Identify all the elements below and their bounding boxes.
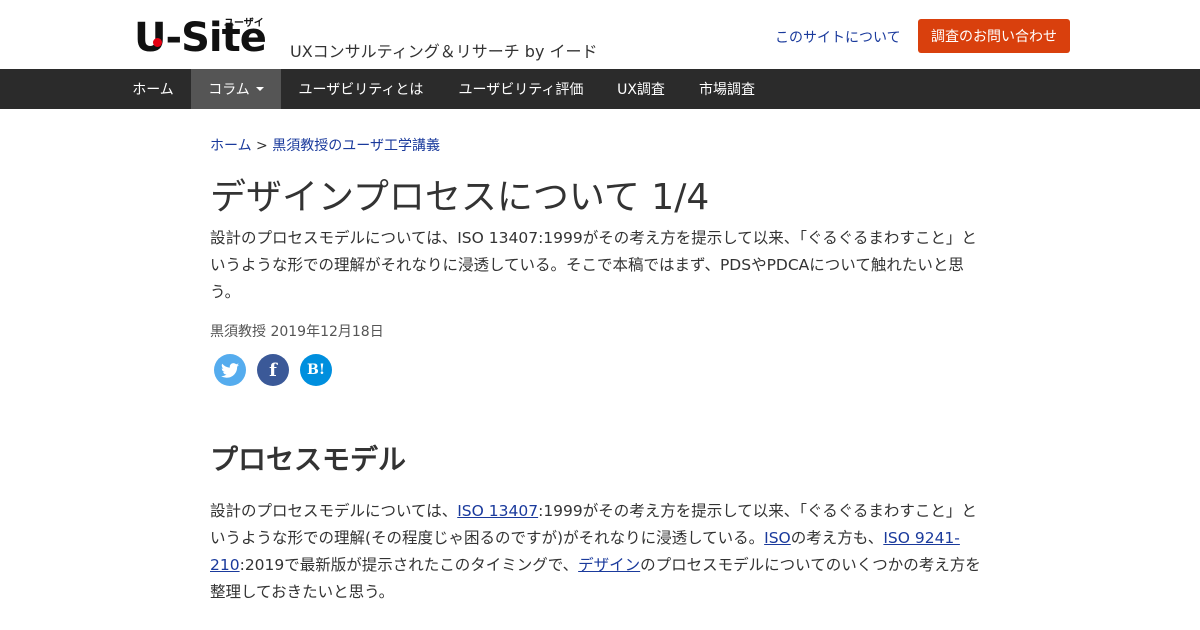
breadcrumb: ホーム > 黒須教授のユーザ工学講義: [210, 135, 440, 155]
nav-item-ux-research[interactable]: UX調査: [601, 69, 681, 109]
body-text: 設計のプロセスモデルについては、: [210, 502, 458, 520]
design-link[interactable]: デザイン: [578, 556, 640, 574]
body-text: :2019で最新版が提示されたこのタイミングで、: [239, 556, 579, 574]
article-byline: 黒須教授 2019年12月18日: [210, 324, 384, 340]
nav-item-usability[interactable]: ユーザビリティとは: [281, 69, 441, 109]
hatena-bookmark-icon: B!: [307, 362, 325, 378]
nav-item-label: ユーザビリティ評価: [458, 82, 584, 98]
breadcrumb-current-link[interactable]: 黒須教授のユーザ工学講義: [272, 138, 440, 154]
nav-item-label: ユーザビリティとは: [298, 82, 424, 98]
twitter-icon: [221, 362, 239, 378]
nav-item-market-research[interactable]: 市場調査: [681, 69, 773, 109]
nav-item-home[interactable]: ホーム: [115, 69, 191, 109]
section-heading: プロセスモデル: [210, 443, 407, 476]
iso-13407-link[interactable]: ISO 13407: [457, 502, 538, 520]
site-tagline: UXコンサルティング＆リサーチ by イード: [290, 42, 598, 61]
facebook-icon: f: [269, 359, 277, 381]
nav-item-usability-evaluation[interactable]: ユーザビリティ評価: [441, 69, 601, 109]
nav-item-column[interactable]: コラム: [191, 69, 281, 109]
article-lead: 設計のプロセスモデルについては、ISO 13407:1999がその考え方を提示し…: [210, 229, 977, 301]
nav-item-label: 市場調査: [699, 82, 755, 98]
breadcrumb-home-link[interactable]: ホーム: [210, 138, 252, 154]
nav-item-label: UX調査: [617, 82, 665, 98]
iso-link[interactable]: ISO: [764, 529, 791, 547]
page-title: デザインプロセスについて 1/4: [210, 177, 710, 218]
article-body: 設計のプロセスモデルについては、ISO 13407:1999がその考え方を提示し…: [210, 498, 992, 606]
main-nav: ホーム コラム ユーザビリティとは ユーザビリティ評価 UX調査 市場調査: [0, 69, 1200, 109]
about-link[interactable]: このサイトについて: [775, 27, 901, 47]
contact-button[interactable]: 調査のお問い合わせ: [918, 19, 1070, 53]
body-text: の考え方も、: [790, 529, 884, 547]
hatena-bookmark-button[interactable]: B!: [300, 354, 332, 386]
nav-item-label: コラム: [208, 82, 250, 98]
logo-ruby: ユーザイト: [224, 18, 264, 44]
share-buttons: f B!: [214, 354, 332, 386]
facebook-share-button[interactable]: f: [257, 354, 289, 386]
twitter-share-button[interactable]: [214, 354, 246, 386]
site-logo[interactable]: U-Site ユーザイト: [134, 14, 269, 58]
logo-dot-icon: [153, 38, 162, 47]
nav-item-label: ホーム: [132, 82, 174, 98]
breadcrumb-separator: >: [256, 138, 268, 154]
site-header: U-Site ユーザイト UXコンサルティング＆リサーチ by イード このサイ…: [0, 0, 1200, 69]
caret-down-icon: [255, 87, 264, 91]
